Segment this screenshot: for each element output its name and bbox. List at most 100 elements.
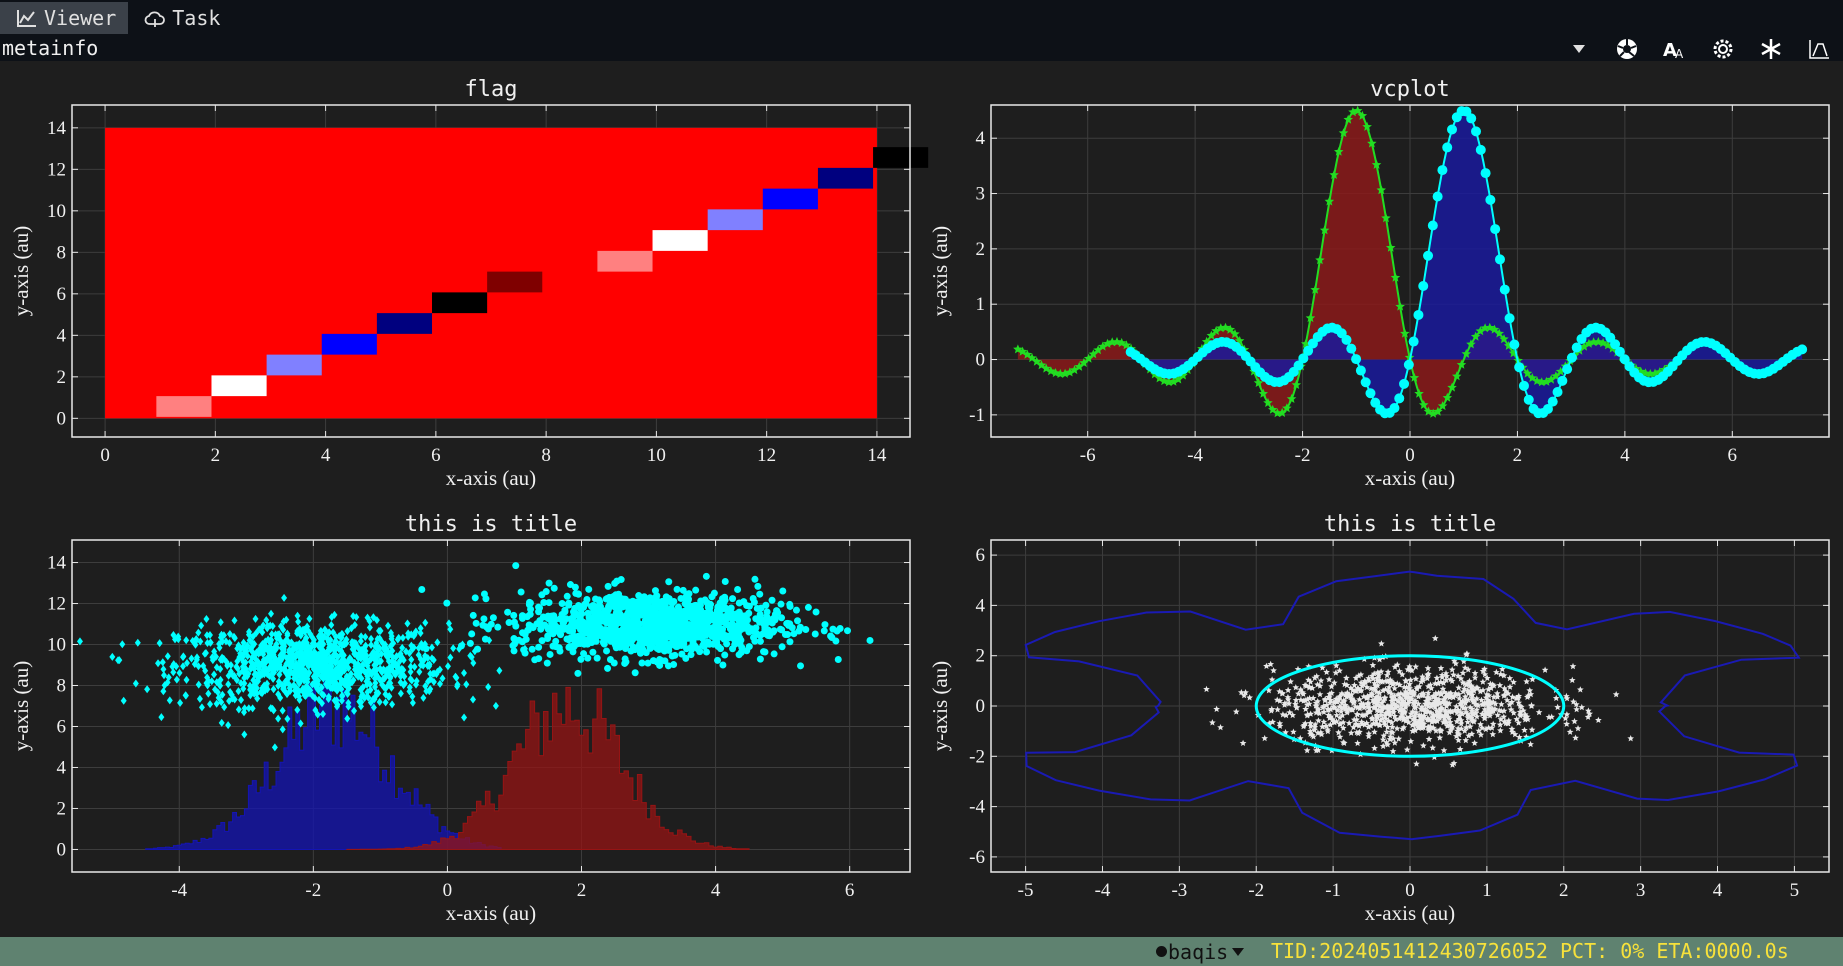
scatter-point-star: [1365, 732, 1372, 740]
x-tick-label: 0: [100, 445, 110, 466]
scatter-point-star: [1448, 666, 1456, 673]
scatter-point-diamond: [180, 652, 187, 661]
scatter-point-star: [1471, 739, 1478, 746]
scatter-point-circle: [660, 606, 668, 614]
y-tick-label: 10: [47, 201, 66, 222]
user-selector[interactable]: baqis: [1156, 937, 1245, 966]
series-marker-circle: [1552, 386, 1563, 397]
scatter-point-star: [1424, 664, 1432, 672]
y-tick-label: 4: [976, 128, 986, 149]
scatter-point-diamond: [268, 609, 275, 618]
scatter-point-star: [1431, 634, 1439, 642]
scatter-point-circle: [756, 655, 764, 663]
series-marker-circle: [1437, 165, 1448, 176]
y-tick-label: 2: [57, 798, 67, 819]
scatter-point-star: [1528, 726, 1536, 733]
scatter-point-circle: [558, 600, 566, 608]
series-marker-circle: [1523, 394, 1534, 405]
scatter-point-circle: [482, 595, 490, 603]
scatter-point-circle: [763, 612, 771, 620]
scatter-point-circle: [510, 618, 518, 626]
scatter-point-star: [1571, 717, 1578, 725]
scatter-point-circle: [749, 594, 757, 602]
aperture-icon[interactable]: [1603, 36, 1651, 61]
meta-bar: metainfo AA: [0, 36, 1843, 61]
plots-canvas[interactable]: 0 2 4 6 8 10 12 1402468101214flagx-axis (au)y-a…: [0, 61, 1843, 937]
scatter-point-star: [1368, 715, 1376, 722]
scatter-point-star: [1389, 747, 1397, 755]
scatter-point-diamond: [295, 617, 302, 626]
scatter-point-diamond: [416, 667, 423, 676]
scatter-point-diamond: [444, 662, 451, 671]
scatter-point-star: [1433, 674, 1441, 681]
heatmap-cell: [487, 271, 543, 293]
scatter-point-circle: [617, 594, 625, 602]
scatter-point-diamond: [408, 655, 415, 664]
scatter-point-circle: [770, 650, 778, 658]
scatter-point-circle: [573, 622, 581, 630]
scatter-point-diamond: [417, 624, 424, 633]
y-tick-label: -1: [969, 405, 985, 426]
y-tick-label: -2: [969, 746, 985, 767]
tab-task[interactable]: Task: [128, 2, 232, 34]
scatter-point-circle: [521, 649, 529, 657]
chart-mode-icon[interactable]: [1795, 36, 1843, 61]
scatter-point-diamond: [195, 680, 202, 689]
scatter-point-star: [1437, 664, 1445, 672]
scatter-point-star: [1284, 686, 1292, 694]
scatter-point-star: [1303, 747, 1311, 754]
scatter-point-circle: [512, 562, 520, 570]
scatter-point-star: [1572, 734, 1579, 741]
heatmap-cell: [432, 292, 488, 314]
font-size-icon[interactable]: AA: [1651, 36, 1699, 61]
scatter-point-star: [1526, 687, 1534, 694]
snowflake-icon[interactable]: [1747, 36, 1795, 61]
scatter-point-star: [1239, 739, 1247, 746]
scatter-point-circle: [494, 623, 502, 631]
x-tick-label: 10: [647, 445, 666, 466]
scatter-point-star: [1552, 694, 1560, 702]
scatter-point-star: [1371, 744, 1378, 752]
scatter-point-circle: [457, 642, 465, 650]
x-tick-label: 2: [211, 445, 221, 466]
scatter-point-circle: [648, 625, 656, 633]
scatter-point-star: [1535, 708, 1543, 716]
scatter-point-circle: [591, 604, 599, 612]
scatter-point-circle: [653, 610, 661, 618]
scatter-point-circle: [683, 633, 691, 641]
metainfo-label[interactable]: metainfo: [2, 36, 98, 61]
scatter-point-circle: [652, 600, 660, 608]
scatter-point-circle: [784, 619, 792, 627]
series-marker-circle: [1403, 359, 1414, 370]
scatter-point-circle: [669, 622, 677, 630]
scatter-point-circle: [797, 662, 805, 670]
scatter-point-circle: [643, 639, 651, 647]
settings-gear-icon[interactable]: [1699, 36, 1747, 61]
scatter-point-star: [1541, 666, 1549, 673]
y-tick-label: 0: [976, 350, 986, 371]
scatter-point-circle: [418, 586, 426, 594]
scatter-point-circle: [664, 615, 672, 623]
scatter-point-diamond: [217, 618, 224, 627]
series-marker-circle: [1475, 144, 1486, 155]
dropdown-arrow-icon[interactable]: [1555, 36, 1603, 61]
scatter-point-circle: [866, 636, 874, 644]
scatter-point-diamond: [241, 679, 248, 688]
scatter-point-circle: [633, 622, 641, 630]
scatter-point-circle: [542, 588, 550, 596]
scatter-point-circle: [599, 609, 607, 617]
scatter-point-star: [1232, 708, 1240, 715]
scatter-point-circle: [535, 643, 543, 651]
x-tick-label: 3: [1636, 880, 1646, 901]
scatter-point-diamond: [328, 620, 335, 629]
tab-viewer[interactable]: Viewer: [0, 2, 129, 34]
series-marker-circle: [1566, 352, 1577, 363]
scatter-point-circle: [576, 640, 584, 648]
scatter-point-circle: [708, 593, 716, 601]
scatter-point-star: [1462, 736, 1470, 744]
scatter-point-circle: [489, 614, 497, 622]
scatter-point-star: [1345, 719, 1353, 727]
scatter-point-circle: [526, 598, 534, 606]
scatter-point-star: [1203, 685, 1210, 693]
scatter-point-diamond: [183, 636, 190, 645]
